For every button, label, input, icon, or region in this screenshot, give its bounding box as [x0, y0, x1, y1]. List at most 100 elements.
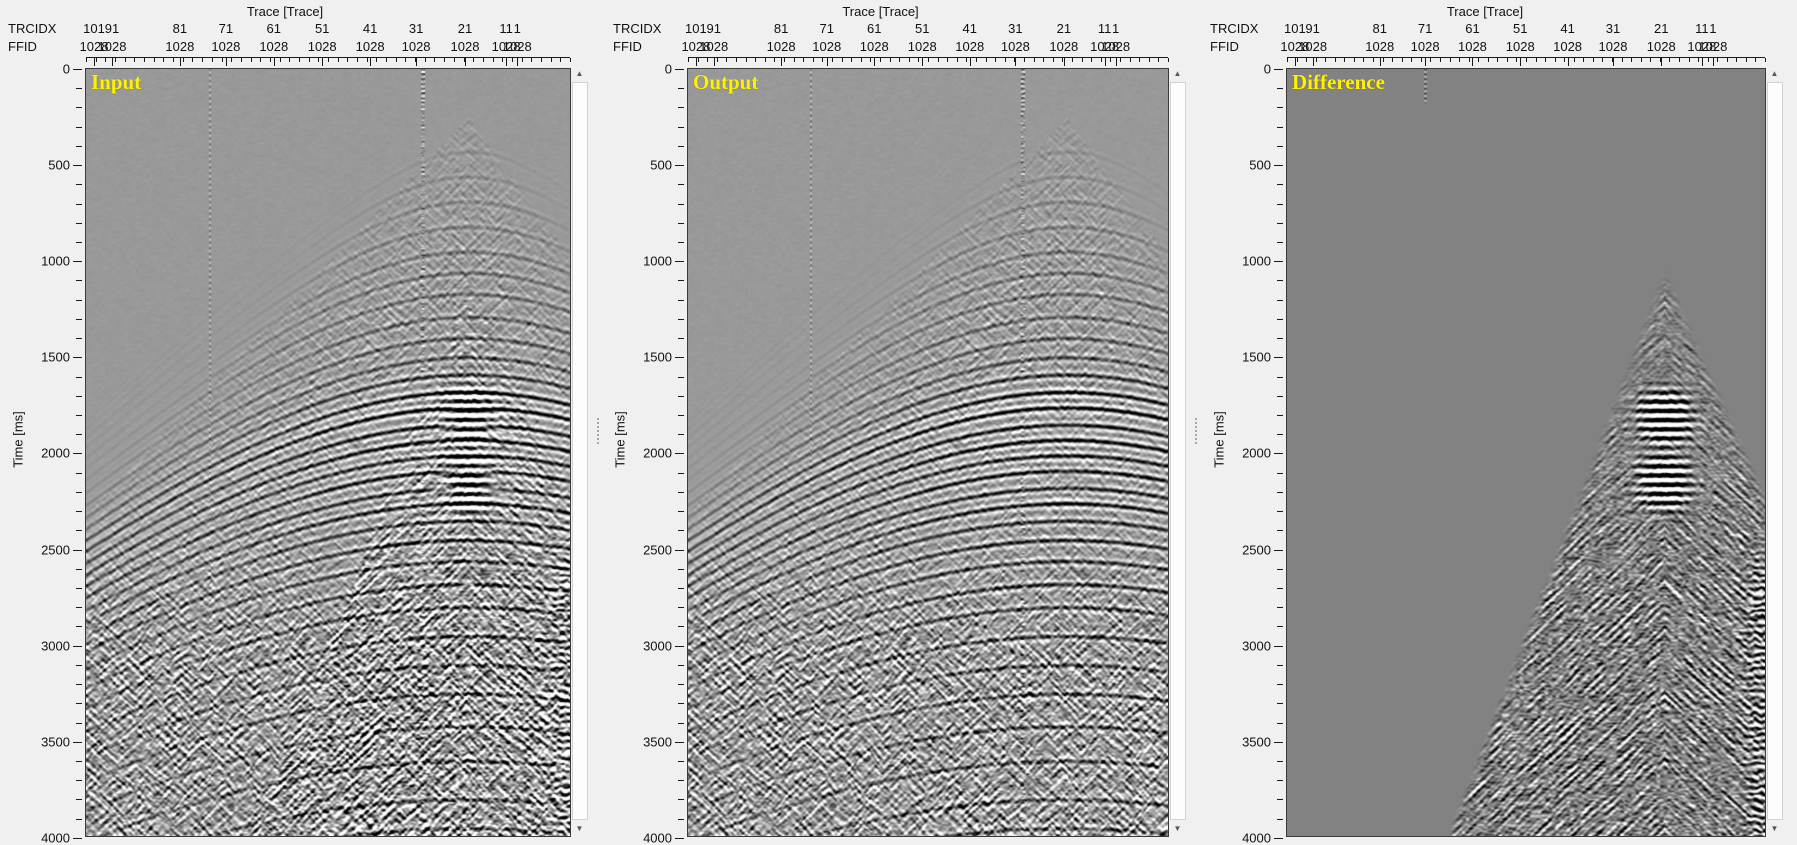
ruler-minor-tick [366, 58, 368, 62]
time-tick-label: 500 [650, 157, 672, 173]
time-minor-tick [1277, 722, 1283, 724]
scroll-down-icon[interactable]: ▼ [1169, 821, 1186, 836]
ruler-minor-tick [1401, 58, 1403, 62]
time-major-tick [73, 645, 82, 647]
ruler-minor-tick [1535, 58, 1537, 62]
ruler-major-tick [1712, 58, 1714, 66]
ruler-minor-tick [1678, 58, 1680, 62]
time-minor-tick [76, 126, 82, 128]
time-tick-label: 1500 [1242, 349, 1271, 365]
vertical-scrollbar[interactable]: ▲ ▼ [1169, 66, 1186, 836]
ruler-minor-tick [1004, 58, 1006, 62]
scrollbar-thumb[interactable] [572, 82, 588, 820]
header-value: 91 [1305, 21, 1320, 36]
ruler-minor-tick [1726, 58, 1728, 62]
seismic-image-output[interactable] [688, 69, 1168, 836]
time-tick-label: 1000 [1242, 253, 1271, 269]
ruler-minor-tick [1736, 58, 1738, 62]
ruler-major-tick [1104, 58, 1106, 66]
scroll-down-icon[interactable]: ▼ [571, 821, 588, 836]
ruler-major-tick [826, 58, 828, 66]
ruler-minor-tick [144, 58, 146, 62]
ruler-minor-tick [793, 58, 795, 62]
ruler-minor-tick [1373, 58, 1375, 62]
ruler-minor-tick [1765, 58, 1766, 62]
time-minor-tick [678, 568, 684, 570]
ffid-values-row: 1028 1028 1028 1028 1028 1028 1028 1028 1028 1028… [681, 39, 1168, 55]
time-tick-label: 3500 [643, 734, 672, 750]
scrollbar-thumb[interactable] [1170, 82, 1186, 820]
time-minor-tick [76, 184, 82, 186]
time-minor-tick [76, 338, 82, 340]
ffid-values-row: 1028 1028 1028 1028 1028 1028 1028 1028 1028 1028… [80, 39, 570, 55]
ruler-minor-tick [1100, 58, 1102, 62]
time-minor-tick [1277, 395, 1283, 397]
time-major-tick [73, 69, 82, 70]
ruler-minor-tick [697, 58, 699, 62]
time-minor-tick [76, 511, 82, 513]
ruler-minor-tick [1148, 58, 1150, 62]
ruler-major-tick [273, 58, 275, 66]
time-minor-tick [1277, 145, 1283, 147]
seismic-image-difference[interactable] [1287, 69, 1765, 836]
ruler-major-tick [1015, 58, 1017, 66]
time-minor-tick [1277, 491, 1283, 493]
time-minor-tick [1277, 318, 1283, 320]
time-minor-tick [1277, 799, 1283, 801]
time-major-tick [73, 261, 82, 263]
time-minor-tick [76, 722, 82, 724]
time-minor-tick [678, 145, 684, 147]
ruler-minor-tick [221, 58, 223, 62]
ruler-minor-tick [1363, 58, 1365, 62]
ruler-minor-tick [1072, 58, 1073, 62]
trcidx-header-label: TRCIDX [613, 21, 662, 36]
time-minor-tick [76, 780, 82, 782]
time-tick-label: 1500 [41, 349, 70, 365]
header-value: 81 [172, 21, 188, 36]
time-tick-label: 1000 [41, 253, 70, 269]
time-major-tick [1274, 69, 1283, 70]
ruler-minor-tick [1487, 58, 1489, 62]
time-tick-label: 3500 [41, 734, 70, 750]
header-value: 1028 [1000, 39, 1030, 54]
seismic-image-frame [1286, 68, 1766, 837]
time-major-tick [73, 357, 82, 359]
ruler-minor-tick [560, 58, 562, 62]
ruler-minor-tick [1621, 58, 1623, 62]
scroll-up-icon[interactable]: ▲ [571, 66, 588, 81]
ruler-minor-tick [531, 58, 533, 62]
scroll-up-icon[interactable]: ▲ [1766, 66, 1783, 81]
ruler-minor-tick [1139, 58, 1141, 62]
ruler-minor-tick [1052, 58, 1054, 62]
trace-axis-title: Trace [Trace] [842, 4, 919, 19]
scroll-up-icon[interactable]: ▲ [1169, 66, 1186, 81]
header-value: 101 [83, 21, 105, 36]
pane-splitter-grip[interactable] [597, 418, 599, 444]
viewer-pane-input: Trace [Trace] TRCIDX FFID 101 91 81 71 61 51 41 31… [0, 0, 589, 845]
ruler-minor-tick [328, 58, 329, 62]
ruler-minor-tick [444, 58, 446, 62]
ruler-minor-tick [966, 58, 968, 62]
header-value: 1028 [1049, 39, 1079, 54]
scroll-down-icon[interactable]: ▼ [1766, 821, 1783, 836]
header-value: 1 [1709, 21, 1717, 36]
header-value: 61 [266, 21, 282, 36]
ruler-minor-tick [1717, 58, 1719, 62]
ruler-minor-tick [211, 58, 213, 62]
header-value: 1028 [211, 39, 241, 54]
time-minor-tick [1277, 88, 1283, 90]
ruler-major-tick [1701, 58, 1703, 66]
scrollbar-thumb[interactable] [1767, 82, 1783, 820]
ruler-minor-tick [453, 58, 455, 62]
ruler-minor-tick [1516, 58, 1518, 62]
time-minor-tick [678, 222, 684, 224]
ruler-minor-tick [1583, 58, 1585, 62]
seismic-image-input[interactable] [86, 69, 570, 836]
vertical-scrollbar[interactable]: ▲ ▼ [571, 66, 588, 836]
vertical-scrollbar[interactable]: ▲ ▼ [1766, 66, 1783, 836]
pane-splitter-grip[interactable] [1195, 418, 1197, 444]
time-minor-tick [1277, 511, 1283, 513]
time-minor-tick [678, 818, 684, 820]
time-minor-tick [678, 491, 684, 493]
ruler-minor-tick [269, 58, 271, 62]
